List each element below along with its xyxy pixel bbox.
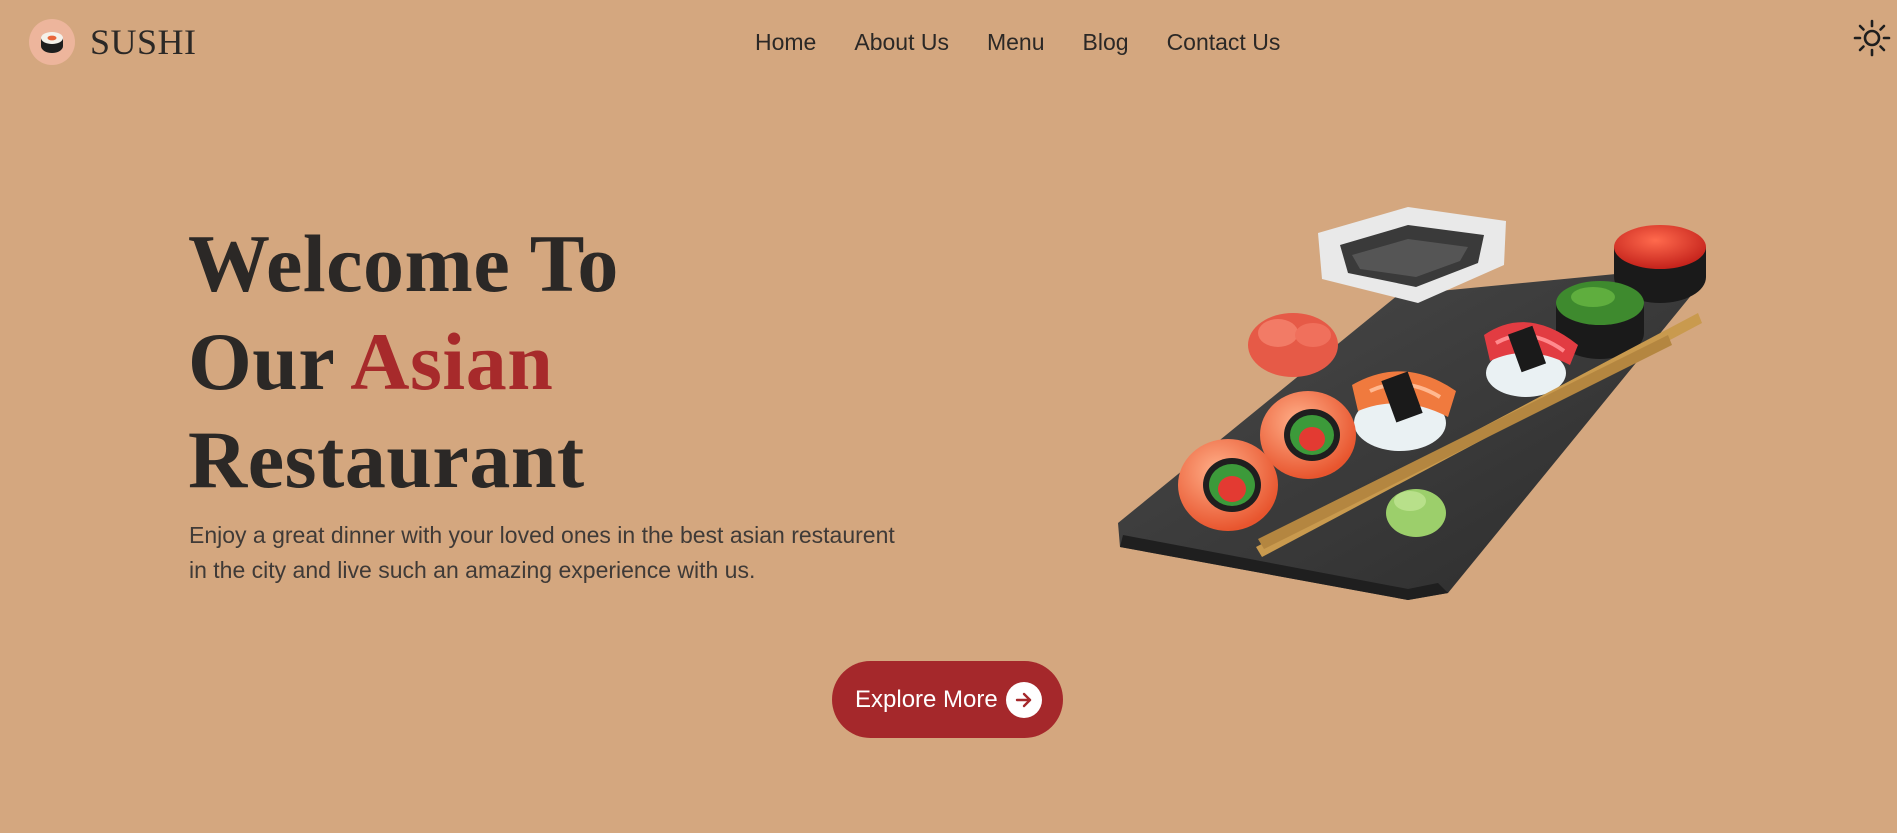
theme-toggle-button[interactable] xyxy=(1853,19,1891,57)
main-nav: Home About Us Menu Blog Contact Us xyxy=(755,27,1280,57)
arrow-right-icon xyxy=(1005,681,1042,718)
sushi-platter-image xyxy=(1118,207,1706,600)
nav-item-about-us[interactable]: About Us xyxy=(854,27,949,57)
maki-roll xyxy=(1178,439,1278,531)
hero-title-accent: Asian xyxy=(350,316,554,407)
hero-title-line-3: Restaurant xyxy=(188,414,585,505)
brand-name: SUSHI xyxy=(90,22,197,62)
pickled-ginger xyxy=(1248,313,1338,377)
wasabi xyxy=(1386,489,1446,537)
hero-title: Welcome To Our Asian Restaurant xyxy=(188,215,619,509)
hero-description: Enjoy a great dinner with your loved one… xyxy=(189,522,895,583)
explore-more-label: Explore More xyxy=(855,685,998,713)
maki-roll xyxy=(1260,391,1356,479)
sushi-roll-icon xyxy=(29,19,75,65)
brand-logo-link[interactable]: SUSHI xyxy=(29,19,197,65)
nav-item-home[interactable]: Home xyxy=(755,27,816,57)
site-header: SUSHI Home About Us Menu Blog Contact Us xyxy=(0,0,1897,84)
hero-title-prefix: Our xyxy=(188,316,334,407)
nav-item-contact-us[interactable]: Contact Us xyxy=(1167,27,1281,57)
nav-item-menu[interactable]: Menu xyxy=(987,27,1045,57)
explore-more-button[interactable]: Explore More xyxy=(832,661,1063,738)
hero-title-line-2: Our Asian xyxy=(188,313,619,411)
sun-icon xyxy=(1853,19,1891,57)
hero-title-line-1: Welcome To xyxy=(188,218,619,309)
nav-item-blog[interactable]: Blog xyxy=(1083,27,1129,57)
